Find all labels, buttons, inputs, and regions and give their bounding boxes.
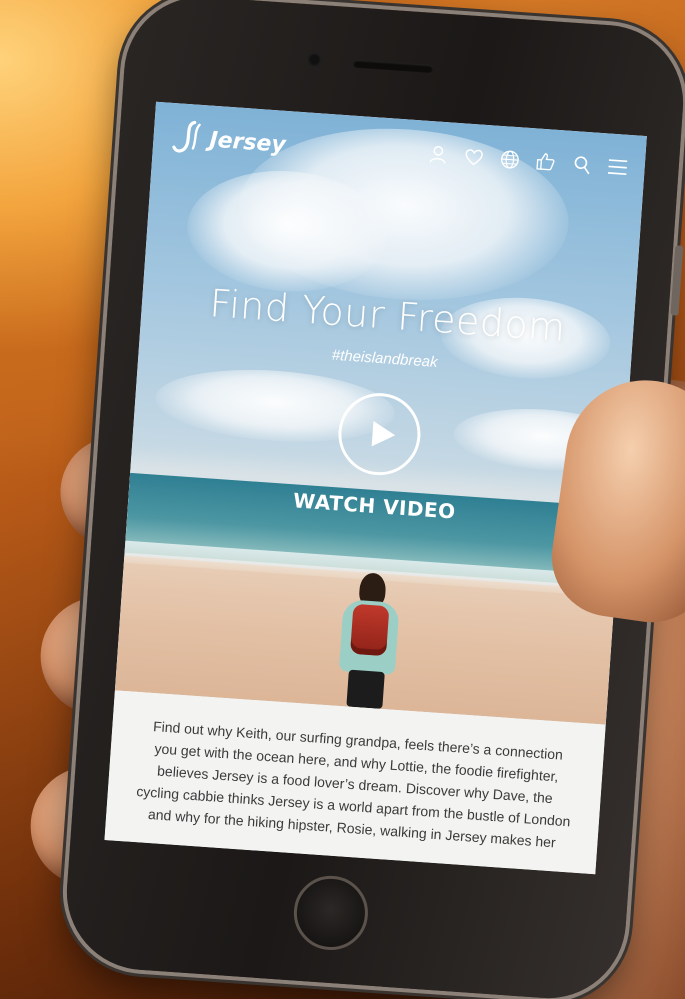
search-icon[interactable]	[568, 151, 596, 179]
heart-icon[interactable]	[460, 143, 488, 171]
backpack	[350, 603, 390, 657]
person-with-backpack	[334, 571, 403, 710]
jersey-logo-icon	[172, 120, 201, 153]
menu-icon[interactable]	[604, 153, 632, 181]
photo-scene: Jersey Find Your Freedom #theislandbreak…	[0, 0, 685, 999]
intro-text: Find out why Keith, our surfing grandpa,…	[135, 718, 571, 851]
brand-name: Jersey	[208, 127, 287, 158]
person-legs	[346, 669, 385, 710]
user-icon[interactable]	[424, 141, 452, 169]
thumbs-up-icon[interactable]	[532, 148, 560, 176]
header-nav	[424, 141, 631, 181]
hero-section: Jersey Find Your Freedom #theislandbreak…	[114, 101, 647, 725]
brand-logo[interactable]: Jersey	[170, 117, 287, 165]
play-icon	[371, 420, 396, 447]
globe-icon[interactable]	[496, 146, 524, 174]
